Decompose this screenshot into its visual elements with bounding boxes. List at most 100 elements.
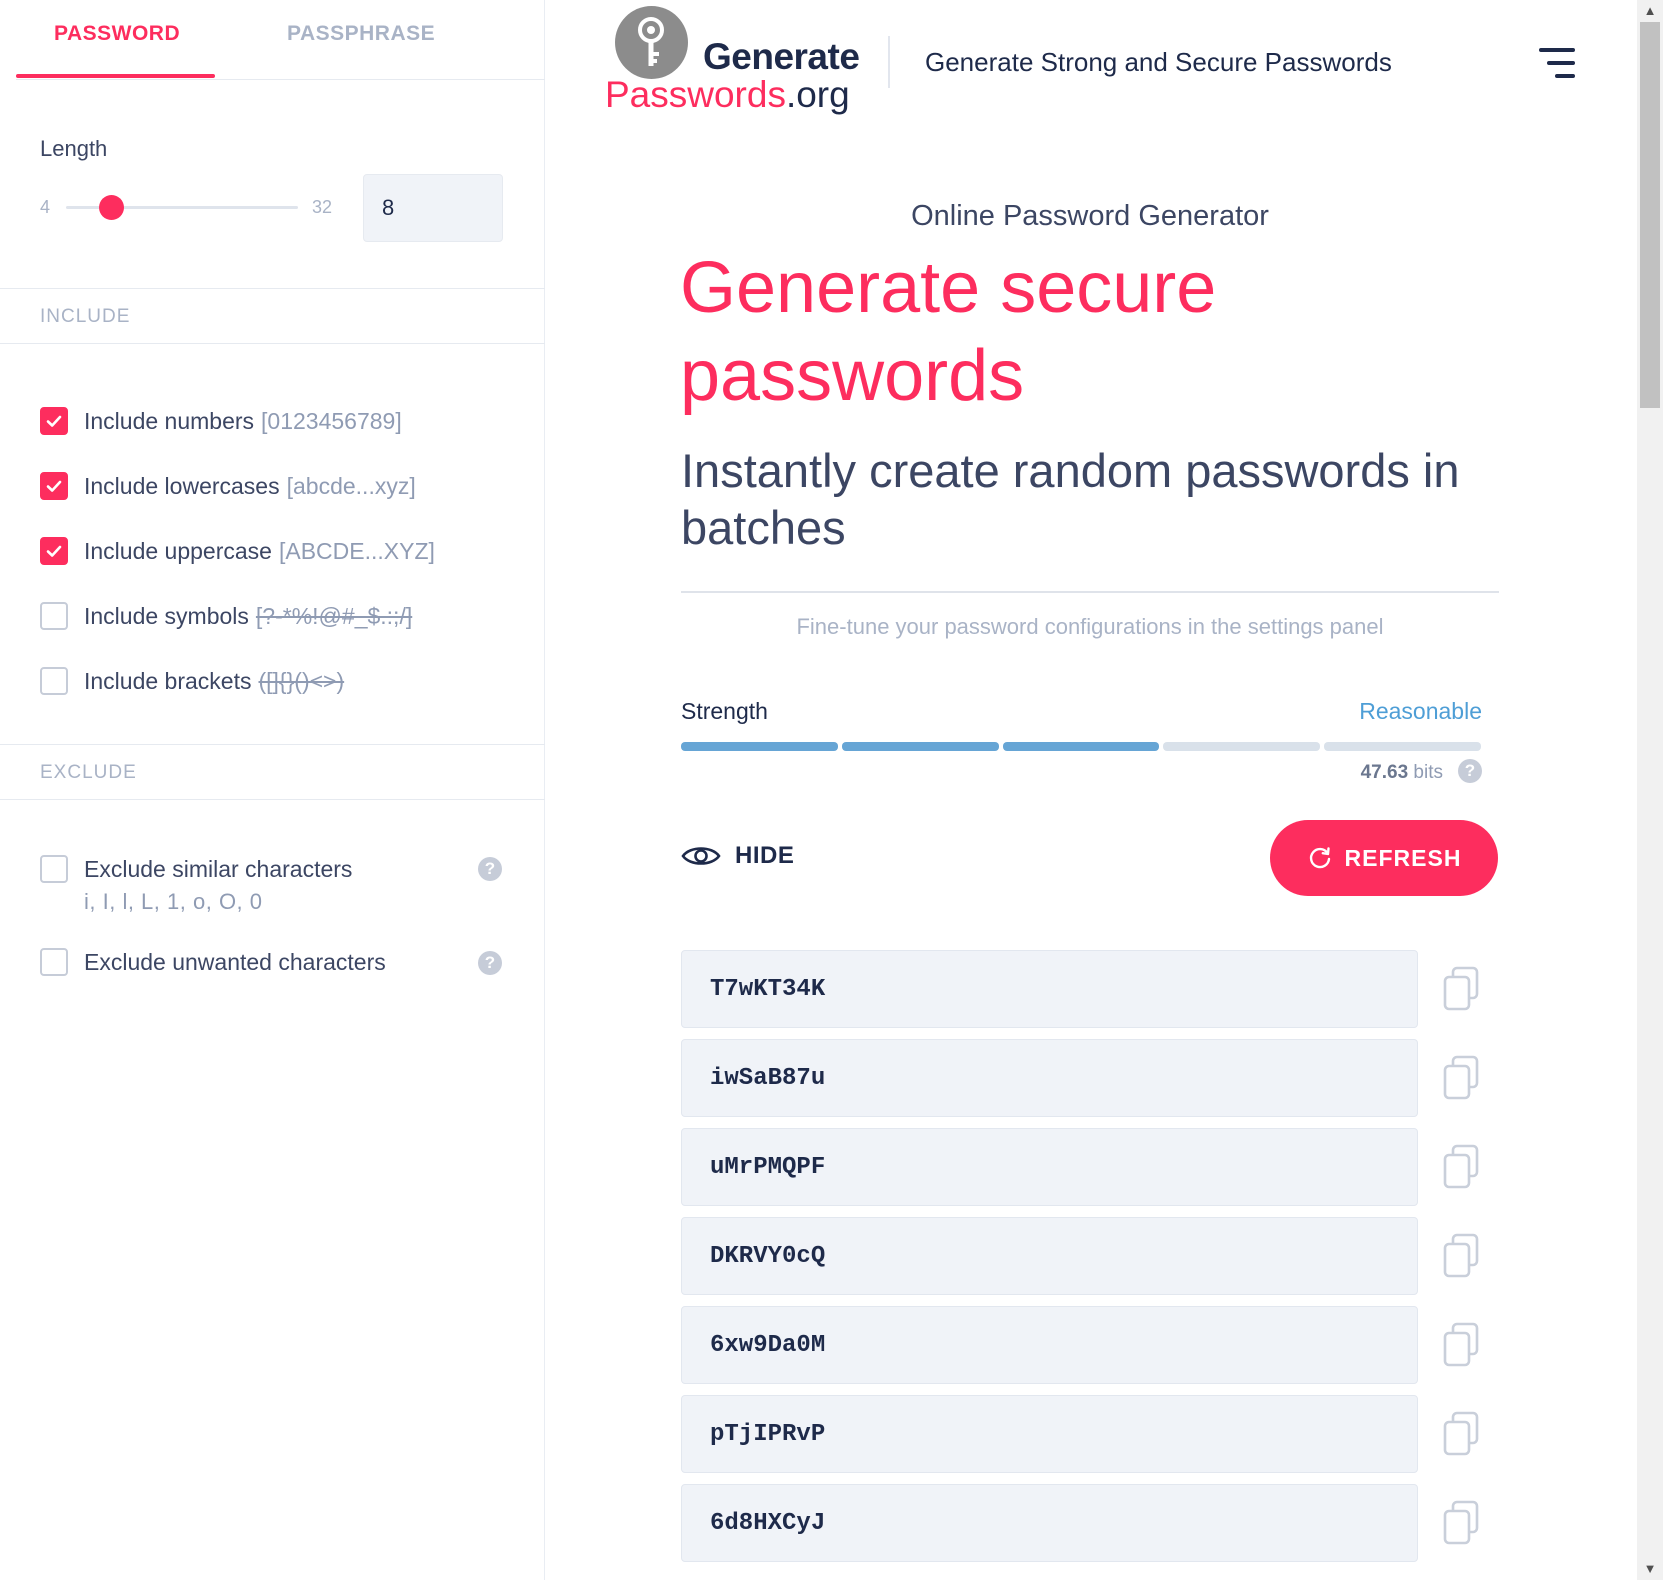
hide-toggle-button[interactable]: HIDE [681, 838, 794, 874]
password-field[interactable]: uMrPMQPF [681, 1128, 1418, 1206]
include-symbols-label: Include symbols [84, 602, 249, 629]
include-section-header: INCLUDE [0, 288, 545, 344]
password-list: T7wKT34K iwSaB87u uMrPMQPF DKRVY0cQ 6xw9Da0M… [681, 950, 1501, 1573]
include-numbers-option[interactable]: Include numbers [0123456789] [40, 406, 402, 436]
exclude-unwanted-label: Exclude unwanted characters [84, 948, 386, 975]
copy-icon[interactable] [1442, 966, 1482, 1012]
divider [681, 591, 1499, 593]
password-text: pTjIPRvP [710, 1421, 826, 1448]
password-field[interactable]: pTjIPRvP [681, 1395, 1418, 1473]
password-row: pTjIPRvP [681, 1395, 1501, 1473]
include-lowercases-sample: [abcde...xyz] [286, 472, 416, 499]
strength-label: Strength [681, 698, 768, 724]
include-numbers-sample: [0123456789] [261, 407, 402, 434]
include-symbols-checkbox[interactable] [40, 602, 68, 630]
length-slider-min: 4 [40, 197, 51, 217]
generator-tabs: PASSWORD PASSPHRASE [16, 0, 545, 80]
exclude-heading: EXCLUDE [40, 762, 137, 783]
include-brackets-option[interactable]: Include brackets ([]{}()<>) [40, 666, 344, 696]
copy-icon[interactable] [1442, 1055, 1482, 1101]
strength-segment [1002, 742, 1160, 751]
copy-icon[interactable] [1442, 1500, 1482, 1546]
exclude-section-header: EXCLUDE [0, 744, 545, 800]
page-kicker: Online Password Generator [911, 200, 1269, 232]
include-numbers-label: Include numbers [84, 407, 255, 434]
entropy-bits: 47.63 bits [1361, 762, 1443, 784]
copy-icon[interactable] [1442, 1144, 1482, 1190]
include-symbols-option[interactable]: Include symbols [?-*%!@#_$.:;/] [40, 601, 412, 631]
include-lowercases-checkbox[interactable] [40, 472, 68, 500]
refresh-icon [1309, 847, 1330, 869]
strength-meter [681, 742, 1481, 751]
password-field[interactable]: 6d8HXCyJ [681, 1484, 1418, 1562]
password-text: 6d8HXCyJ [710, 1510, 826, 1537]
password-text: uMrPMQPF [710, 1154, 826, 1181]
hamburger-menu-icon[interactable] [1539, 48, 1575, 78]
exclude-similar-checkbox[interactable] [40, 855, 68, 883]
logo-org-suffix: .org [785, 74, 850, 115]
strength-segment [1324, 742, 1481, 751]
copy-icon[interactable] [1442, 1411, 1482, 1457]
strength-segment [841, 742, 999, 751]
tab-passphrase[interactable]: PASSPHRASE [287, 22, 435, 46]
include-uppercase-checkbox[interactable] [40, 537, 68, 565]
password-text: 6xw9Da0M [710, 1332, 826, 1359]
include-lowercases-option[interactable]: Include lowercases [abcde...xyz] [40, 471, 416, 501]
exclude-unwanted-checkbox[interactable] [40, 948, 68, 976]
page-scrollbar[interactable]: ▲ ▼ [1637, 0, 1663, 1580]
settings-hint: Fine-tune your password configurations i… [796, 614, 1384, 639]
logo-text-generate[interactable]: Generate [703, 36, 860, 78]
include-uppercase-option[interactable]: Include uppercase [ABCDE...XYZ] [40, 536, 435, 566]
password-field[interactable]: iwSaB87u [681, 1039, 1418, 1117]
password-field[interactable]: T7wKT34K [681, 950, 1418, 1028]
include-numbers-checkbox[interactable] [40, 407, 68, 435]
header-divider [888, 36, 890, 88]
checkmark-icon [46, 480, 62, 492]
checkmark-icon [46, 545, 62, 557]
page-title: Generate secure passwords [680, 248, 1217, 416]
include-uppercase-label: Include uppercase [84, 537, 272, 564]
logo-passwords-word: Passwords [605, 74, 786, 115]
scrollbar-thumb[interactable] [1640, 22, 1660, 408]
refresh-button[interactable]: REFRESH [1270, 820, 1498, 896]
length-input[interactable] [363, 174, 503, 242]
strength-segment [681, 742, 838, 751]
password-row: uMrPMQPF [681, 1128, 1501, 1206]
key-icon[interactable] [615, 6, 688, 79]
exclude-similar-label: Exclude similar characters [84, 855, 353, 882]
password-row: 6xw9Da0M [681, 1306, 1501, 1384]
scroll-down-arrow-icon[interactable]: ▼ [1637, 1558, 1663, 1580]
tab-password[interactable]: PASSWORD [54, 22, 180, 46]
exclude-unwanted-option[interactable]: Exclude unwanted characters [40, 947, 386, 977]
header-tagline: Generate Strong and Secure Passwords [925, 47, 1392, 77]
exclude-similar-option[interactable]: Exclude similar characters [40, 854, 352, 884]
include-symbols-sample: [?-*%!@#_$.:;/] [255, 602, 413, 629]
strength-segment [1163, 742, 1321, 751]
include-uppercase-sample: [ABCDE...XYZ] [278, 537, 435, 564]
password-field[interactable]: DKRVY0cQ [681, 1217, 1418, 1295]
password-row: iwSaB87u [681, 1039, 1501, 1117]
checkmark-icon [46, 415, 62, 427]
strength-value: Reasonable [1359, 698, 1482, 724]
password-row: T7wKT34K [681, 950, 1501, 1028]
length-slider-thumb[interactable] [99, 195, 124, 220]
password-text: T7wKT34K [710, 976, 826, 1003]
password-text: iwSaB87u [710, 1065, 826, 1092]
eye-icon [681, 847, 721, 865]
hide-label: HIDE [735, 842, 795, 869]
include-lowercases-label: Include lowercases [84, 472, 280, 499]
exclude-similar-help-icon[interactable]: ? [478, 857, 502, 881]
copy-icon[interactable] [1442, 1233, 1482, 1279]
exclude-unwanted-help-icon[interactable]: ? [478, 951, 502, 975]
entropy-help-icon[interactable]: ? [1458, 759, 1482, 783]
scroll-up-arrow-icon[interactable]: ▲ [1637, 0, 1663, 22]
include-brackets-checkbox[interactable] [40, 667, 68, 695]
length-label: Length [40, 136, 108, 161]
copy-icon[interactable] [1442, 1322, 1482, 1368]
password-field[interactable]: 6xw9Da0M [681, 1306, 1418, 1384]
include-heading: INCLUDE [40, 306, 131, 327]
refresh-label: REFRESH [1344, 844, 1462, 871]
length-slider-max: 32 [312, 197, 333, 217]
logo-text-passwords[interactable]: Passwords.org [605, 74, 850, 116]
entropy-bits-value: 47.63 [1360, 762, 1409, 783]
